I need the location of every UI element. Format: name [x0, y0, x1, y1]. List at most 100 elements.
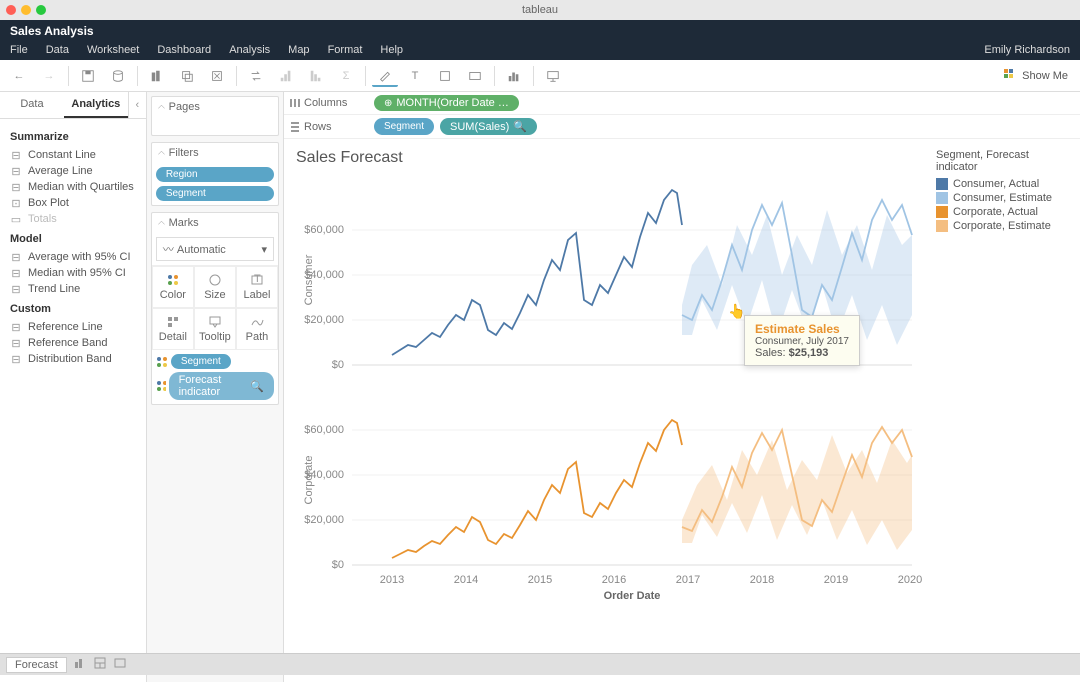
box-plot[interactable]: ⊡Box Plot	[10, 195, 136, 211]
distribution-band[interactable]: ⊟Distribution Band	[10, 351, 136, 367]
fonts-icon[interactable]	[432, 65, 458, 87]
legend-consumer-actual[interactable]: Consumer, Actual	[936, 177, 1068, 191]
reference-line[interactable]: ⊟Reference Line	[10, 319, 136, 335]
fit-icon[interactable]	[462, 65, 488, 87]
constant-line[interactable]: ⊟Constant Line	[10, 147, 136, 163]
svg-text:$60,000: $60,000	[304, 424, 344, 436]
legend-corporate-estimate[interactable]: Corporate, Estimate	[936, 219, 1068, 233]
svg-text:$40,000: $40,000	[304, 269, 344, 281]
columns-shelf[interactable]: Columns ⊕ MONTH(Order Date …	[284, 92, 1080, 115]
model-heading: Model	[10, 233, 136, 245]
menu-dashboard[interactable]: Dashboard	[157, 44, 211, 56]
row-pill-sales[interactable]: SUM(Sales) 🔍	[440, 118, 537, 135]
labels-icon[interactable]: T	[402, 65, 428, 87]
svg-text:$20,000: $20,000	[304, 314, 344, 326]
svg-text:T: T	[254, 273, 261, 285]
marks-type-select[interactable]: 〰 Automatic▾	[156, 237, 274, 261]
avg-95ci[interactable]: ⊟Average with 95% CI	[10, 249, 136, 265]
swap-icon[interactable]	[243, 65, 269, 87]
svg-text:2013: 2013	[380, 574, 404, 586]
svg-text:2019: 2019	[824, 574, 848, 586]
app-header: Sales Analysis File Data Worksheet Dashb…	[0, 20, 1080, 60]
filters-card: Filters Region Segment	[151, 142, 279, 206]
collapse-icon[interactable]: ‹	[128, 92, 146, 118]
user-label[interactable]: Emily Richardson	[984, 44, 1070, 56]
workbook-title: Sales Analysis	[0, 20, 1080, 42]
color-dots-icon	[156, 380, 166, 392]
new-sheet-icon[interactable]	[73, 656, 87, 673]
svg-text:2016: 2016	[602, 574, 626, 586]
svg-text:Order Date: Order Date	[604, 590, 661, 602]
new-worksheet-icon[interactable]	[144, 65, 170, 87]
redo-icon[interactable]: →	[36, 65, 62, 87]
legend-title: Segment, Forecast indicator	[936, 149, 1068, 173]
menu-data[interactable]: Data	[46, 44, 69, 56]
highlight-icon[interactable]	[372, 65, 398, 87]
cards-panel: Pages Filters Region Segment Marks 〰 Aut…	[147, 92, 284, 682]
new-dashboard-icon[interactable]	[93, 656, 107, 673]
marks-size[interactable]: Size	[194, 266, 236, 308]
viz-title[interactable]: Sales Forecast	[292, 147, 932, 175]
legend[interactable]: Segment, Forecast indicator Consumer, Ac…	[932, 147, 1072, 674]
totals[interactable]: ▭Totals	[10, 211, 136, 227]
presentation-icon[interactable]	[540, 65, 566, 87]
marks-tooltip[interactable]: Tooltip	[194, 308, 236, 350]
clear-icon[interactable]	[204, 65, 230, 87]
svg-text:$0: $0	[332, 559, 344, 571]
menu-format[interactable]: Format	[328, 44, 363, 56]
menu-map[interactable]: Map	[288, 44, 309, 56]
show-me-button[interactable]: Show Me	[998, 69, 1074, 83]
marks-pill-segment[interactable]: Segment	[171, 354, 231, 369]
menubar: File Data Worksheet Dashboard Analysis M…	[0, 42, 1080, 60]
legend-consumer-estimate[interactable]: Consumer, Estimate	[936, 191, 1068, 205]
mac-max[interactable]	[36, 5, 46, 15]
svg-text:2018: 2018	[750, 574, 774, 586]
median-quartiles[interactable]: ⊟Median with Quartiles	[10, 179, 136, 195]
average-line[interactable]: ⊟Average Line	[10, 163, 136, 179]
show-hide-icon[interactable]	[501, 65, 527, 87]
side-panel: Data Analytics ‹ Summarize ⊟Constant Lin…	[0, 92, 147, 682]
new-datasource-icon[interactable]	[105, 65, 131, 87]
menu-file[interactable]: File	[10, 44, 28, 56]
mac-min[interactable]	[21, 5, 31, 15]
undo-icon[interactable]: ←	[6, 65, 32, 87]
marks-pill-forecast[interactable]: Forecast indicator 🔍	[169, 372, 274, 400]
trend-line[interactable]: ⊟Trend Line	[10, 281, 136, 297]
svg-text:2015: 2015	[528, 574, 552, 586]
filter-region[interactable]: Region	[156, 167, 274, 182]
save-icon[interactable]	[75, 65, 101, 87]
filter-segment[interactable]: Segment	[156, 186, 274, 201]
new-story-icon[interactable]	[113, 656, 127, 673]
menu-help[interactable]: Help	[380, 44, 403, 56]
reference-band[interactable]: ⊟Reference Band	[10, 335, 136, 351]
svg-text:$40,000: $40,000	[304, 469, 344, 481]
tab-analytics[interactable]: Analytics	[64, 92, 128, 118]
mac-close[interactable]	[6, 5, 16, 15]
chart-canvas[interactable]: Consumer $0 $20,000 $40,000 $60,000	[292, 175, 932, 674]
rows-shelf[interactable]: Rows Segment SUM(Sales) 🔍	[284, 115, 1080, 139]
marks-label[interactable]: TLabel	[236, 266, 278, 308]
col-pill-orderdate[interactable]: ⊕ MONTH(Order Date …	[374, 95, 519, 111]
marks-detail[interactable]: Detail	[152, 308, 194, 350]
duplicate-icon[interactable]	[174, 65, 200, 87]
sheet-forecast[interactable]: Forecast	[6, 657, 67, 673]
legend-corporate-actual[interactable]: Corporate, Actual	[936, 205, 1068, 219]
svg-text:2014: 2014	[454, 574, 478, 586]
color-dots-icon	[156, 356, 168, 368]
tooltip: Estimate Sales Consumer, July 2017 Sales…	[744, 315, 860, 366]
menu-analysis[interactable]: Analysis	[229, 44, 270, 56]
totals-icon[interactable]: Σ	[333, 65, 359, 87]
median-95ci[interactable]: ⊟Median with 95% CI	[10, 265, 136, 281]
tab-data[interactable]: Data	[0, 92, 64, 118]
menu-worksheet[interactable]: Worksheet	[87, 44, 139, 56]
toolbar: ← → Σ T Show Me	[0, 60, 1080, 92]
mac-titlebar: tableau	[0, 0, 1080, 20]
row-pill-segment[interactable]: Segment	[374, 118, 434, 135]
pages-card: Pages	[151, 96, 279, 136]
marks-path[interactable]: Path	[236, 308, 278, 350]
worksheet: Columns ⊕ MONTH(Order Date … Rows Segmen…	[284, 92, 1080, 682]
sort-desc-icon[interactable]	[303, 65, 329, 87]
sort-asc-icon[interactable]	[273, 65, 299, 87]
marks-color[interactable]: Color	[152, 266, 194, 308]
svg-text:$0: $0	[332, 359, 344, 371]
